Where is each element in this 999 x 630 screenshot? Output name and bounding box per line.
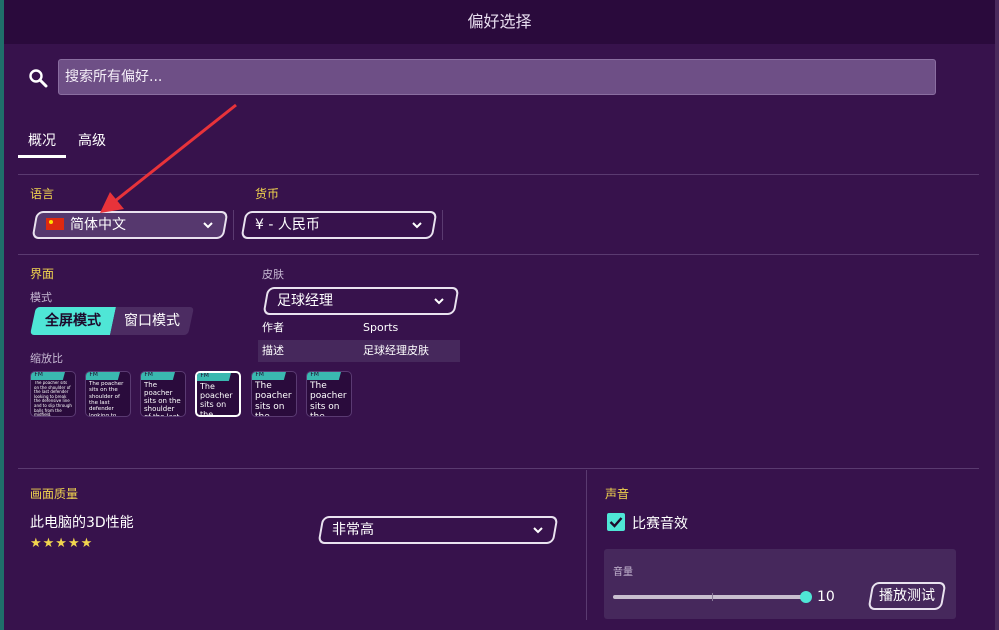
divider	[18, 468, 979, 469]
divider	[233, 210, 234, 240]
mode-label: 模式	[30, 291, 52, 304]
window-edge-left	[0, 0, 4, 630]
chevron-down-icon	[533, 527, 543, 534]
graphics-quality-value: 非常高	[332, 522, 374, 538]
play-test-button[interactable]: 播放测试	[867, 582, 947, 610]
scale-option[interactable]: FM The poacher sits on the shoulder of t…	[251, 371, 297, 417]
divider	[586, 470, 587, 620]
scale-option[interactable]: FM The poacher sits on the shoulder of t…	[30, 371, 76, 417]
tab-active-indicator	[18, 155, 66, 158]
graphics-rating-stars: ★★★★★	[30, 536, 94, 551]
chevron-down-icon	[412, 222, 422, 229]
window-edge-right	[995, 0, 999, 630]
chevron-down-icon	[203, 222, 213, 229]
skin-description-value: 足球经理皮肤	[363, 344, 429, 357]
currency-label: 货币	[255, 187, 280, 201]
skin-description-row: 描述 足球经理皮肤	[258, 340, 460, 362]
sound-title: 声音	[605, 487, 630, 501]
volume-value: 10	[817, 589, 835, 605]
search-icon	[29, 69, 48, 88]
tab-overview[interactable]: 概况	[28, 130, 56, 152]
scale-label: 缩放比	[30, 352, 63, 365]
language-label: 语言	[30, 187, 55, 201]
volume-slider-handle[interactable]	[800, 591, 812, 603]
china-flag-icon	[46, 218, 64, 230]
skin-label: 皮肤	[262, 268, 284, 281]
scale-option[interactable]: FM The poacher sits on the shoulder of t…	[85, 371, 131, 417]
match-sfx-label: 比赛音效	[632, 516, 688, 532]
currency-dropdown[interactable]: ¥ - 人民币	[240, 211, 438, 239]
graphics-title: 画面质量	[30, 487, 79, 501]
language-value: 简体中文	[70, 217, 126, 233]
scale-option[interactable]: FM The poacher sits on the shoulder of t…	[140, 371, 186, 417]
window-title: 偏好选择	[4, 0, 995, 44]
volume-label: 音量	[613, 567, 633, 578]
graphics-label: 此电脑的3D性能	[30, 515, 134, 531]
windowed-mode-button[interactable]: 窗口模式	[110, 307, 194, 335]
scale-option-selected[interactable]: FM The poacher sits on the shoulder of t…	[195, 371, 241, 417]
chevron-down-icon	[434, 298, 444, 305]
skin-author-label: 作者	[262, 321, 284, 334]
skin-value: 足球经理	[277, 293, 333, 309]
tab-advanced[interactable]: 高级	[78, 130, 106, 152]
check-icon	[609, 517, 623, 528]
skin-author-row: 作者 Sports Interactive	[258, 317, 460, 356]
volume-slider-track[interactable]	[613, 595, 805, 599]
skin-dropdown[interactable]: 足球经理	[262, 287, 460, 315]
search-input[interactable]: 搜索所有偏好...	[58, 59, 936, 95]
currency-value: ¥ - 人民币	[255, 217, 320, 233]
match-sfx-checkbox[interactable]	[607, 513, 625, 531]
divider	[18, 254, 979, 255]
skin-description-label: 描述	[262, 344, 284, 357]
interface-title: 界面	[30, 267, 55, 281]
graphics-quality-dropdown[interactable]: 非常高	[317, 516, 559, 544]
volume-slider-tick	[712, 593, 713, 601]
fullscreen-mode-button[interactable]: 全屏模式	[30, 307, 116, 335]
language-dropdown[interactable]: 简体中文	[31, 211, 229, 239]
scale-option[interactable]: FM The poacher sits on the shoulder of t…	[306, 371, 352, 417]
divider	[442, 210, 443, 240]
divider	[18, 174, 979, 175]
